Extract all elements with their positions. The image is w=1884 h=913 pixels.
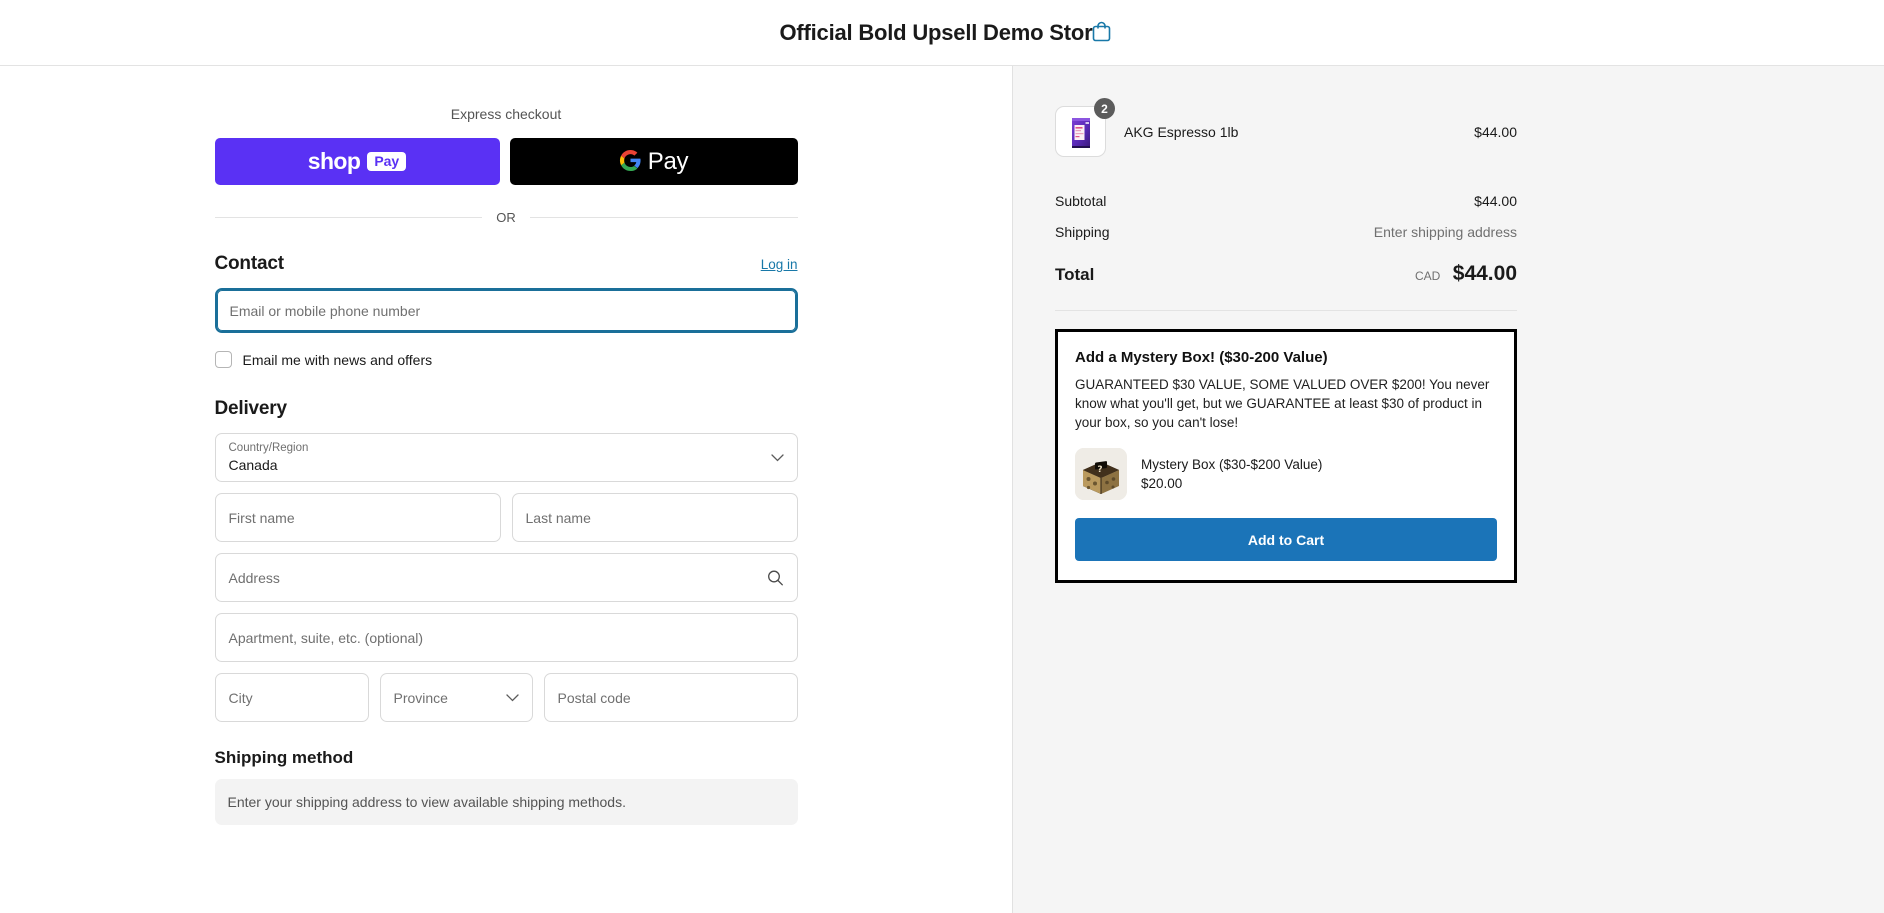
express-buttons-row: shop Pay Pay	[214, 138, 798, 185]
shop-pay-wordmark: shop	[307, 148, 361, 174]
address-placeholder: Address	[228, 569, 280, 586]
subtotal-row: Subtotal $44.00	[1055, 193, 1517, 209]
upsell-offer-panel: Add a Mystery Box! ($30-200 Value) GUARA…	[1055, 329, 1517, 584]
shipping-row: Shipping Enter shipping address	[1055, 224, 1517, 240]
postal-code-field[interactable]: Postal code	[543, 673, 798, 722]
total-label: Total	[1055, 265, 1095, 284]
google-pay-button[interactable]: Pay	[509, 138, 798, 185]
address-row: Address	[214, 553, 798, 602]
mystery-box-icon: ?	[1075, 448, 1127, 501]
newsletter-label: Email me with news and offers	[242, 351, 433, 368]
or-divider: OR	[215, 210, 798, 225]
newsletter-row[interactable]: Email me with news and offers	[214, 351, 798, 368]
offer-description: GUARANTEED $30 VALUE, SOME VALUED OVER $…	[1075, 377, 1490, 431]
contact-title: Contact	[214, 253, 285, 274]
address-field[interactable]: Address	[214, 553, 798, 602]
shipping-method-title: Shipping method	[214, 748, 354, 767]
last-name-field[interactable]: Last name	[511, 493, 798, 542]
postal-code-placeholder: Postal code	[557, 689, 631, 706]
delivery-header: Delivery	[215, 398, 798, 420]
cart-button[interactable]	[1084, 16, 1118, 50]
delivery-section: Delivery Country/Region Canada First nam…	[214, 398, 798, 722]
quantity-badge: 2	[1094, 98, 1115, 119]
google-g-icon	[619, 149, 642, 175]
total-currency: CAD	[1414, 269, 1441, 283]
name-row: First name Last name	[214, 493, 798, 542]
checkout-form-column: Express checkout shop Pay Pay OR Contact…	[0, 66, 1012, 913]
chevron-down-icon	[770, 453, 784, 462]
offer-product-row: ? Mystery Box ($30-$200 Value) $20.00	[1075, 448, 1497, 501]
search-icon[interactable]	[767, 569, 784, 586]
total-row: Total CAD $44.00	[1055, 262, 1517, 311]
shopping-bag-icon	[1091, 20, 1112, 45]
apartment-placeholder: Apartment, suite, etc. (optional)	[228, 629, 424, 646]
express-checkout-label: Express checkout	[450, 106, 562, 122]
country-value: Canada	[228, 456, 278, 473]
subtotal-label: Subtotal	[1055, 193, 1107, 209]
order-line-item: 2 AKG Espresso 1lb $44.00	[1055, 98, 1517, 157]
shipping-method-section: Shipping method Enter your shipping addr…	[214, 748, 798, 825]
order-summary-column: 2 AKG Espresso 1lb $44.00 Subtotal $44.0…	[1012, 66, 1884, 913]
first-name-field[interactable]: First name	[214, 493, 501, 542]
shipping-value: Enter shipping address	[1373, 224, 1517, 240]
line-item-name: AKG Espresso 1lb	[1124, 123, 1239, 140]
offer-product-info: Mystery Box ($30-$200 Value) $20.00	[1141, 455, 1322, 494]
subtotal-value: $44.00	[1474, 193, 1517, 209]
email-field[interactable]: Email or mobile phone number	[214, 288, 798, 333]
chevron-down-icon	[505, 693, 519, 702]
offer-title: Add a Mystery Box! ($30-200 Value)	[1075, 349, 1328, 366]
country-label: Country/Region	[228, 441, 309, 454]
newsletter-checkbox[interactable]	[214, 351, 232, 368]
city-field[interactable]: City	[214, 673, 369, 722]
shipping-method-message: Enter your shipping address to view avai…	[227, 794, 626, 810]
shop-pay-chip: Pay	[367, 152, 407, 171]
or-divider-label: OR	[496, 210, 516, 225]
contact-section: Contact Log in Email or mobile phone num…	[214, 253, 798, 368]
first-name-placeholder: First name	[228, 509, 295, 526]
city-placeholder: City	[228, 689, 253, 706]
login-link[interactable]: Log in	[761, 257, 798, 272]
total-amount-group: CAD $44.00	[1415, 262, 1517, 286]
google-pay-wordmark: Pay	[647, 147, 689, 175]
shipping-method-empty: Enter your shipping address to view avai…	[214, 779, 798, 825]
site-header: Official Bold Upsell Demo Store	[0, 0, 1884, 66]
contact-header: Contact Log in	[215, 253, 798, 275]
city-province-postal-row: City Province Postal code	[214, 673, 798, 722]
province-placeholder: Province	[393, 689, 448, 706]
province-select[interactable]: Province	[379, 673, 533, 722]
page-title: Official Bold Upsell Demo Store	[779, 19, 1105, 45]
svg-text:?: ?	[1097, 465, 1102, 475]
offer-product-price: $20.00	[1141, 476, 1183, 492]
email-placeholder: Email or mobile phone number	[229, 302, 421, 319]
last-name-placeholder: Last name	[525, 509, 591, 526]
delivery-title: Delivery	[214, 398, 288, 419]
total-value: $44.00	[1452, 262, 1517, 285]
line-item-price: $44.00	[1474, 123, 1517, 140]
apartment-row: Apartment, suite, etc. (optional)	[214, 613, 798, 662]
apartment-field[interactable]: Apartment, suite, etc. (optional)	[214, 613, 798, 662]
express-checkout-section: Express checkout shop Pay Pay OR	[214, 106, 798, 225]
shop-pay-button[interactable]: shop Pay	[214, 138, 500, 185]
shipping-label: Shipping	[1055, 224, 1110, 240]
line-item-thumb-wrap: 2	[1055, 98, 1115, 157]
add-to-cart-button[interactable]: Add to Cart	[1075, 518, 1497, 562]
checkout-layout: Express checkout shop Pay Pay OR Contact…	[0, 66, 1884, 913]
offer-product-name: Mystery Box ($30-$200 Value)	[1141, 456, 1323, 472]
country-select[interactable]: Country/Region Canada	[214, 433, 798, 482]
